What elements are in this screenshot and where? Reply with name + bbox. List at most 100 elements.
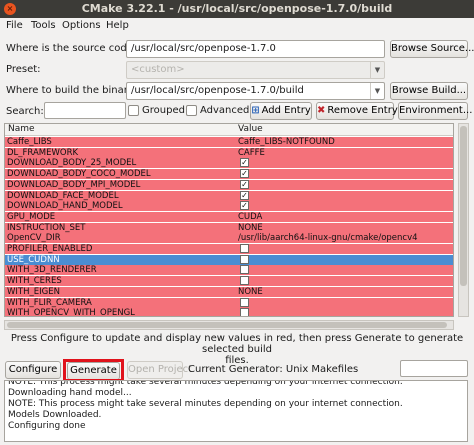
vertical-scrollbar[interactable] xyxy=(458,123,469,317)
table-row[interactable]: DOWNLOAD_BODY_MPI_MODEL ✓ xyxy=(5,179,453,190)
row-name: DOWNLOAD_HAND_MODEL xyxy=(7,201,123,212)
column-header-name[interactable]: Name xyxy=(8,124,35,134)
chevron-down-icon[interactable]: ▼ xyxy=(370,83,384,99)
open-project-button: Open Project xyxy=(127,361,192,379)
table-row[interactable]: WITH_EIGEN NONE xyxy=(5,286,453,297)
horizontal-scrollbar[interactable] xyxy=(4,320,454,330)
advanced-checkbox[interactable] xyxy=(186,105,197,116)
table-row[interactable]: DL_FRAMEWORK CAFFE xyxy=(5,147,453,158)
row-value[interactable]: CUDA xyxy=(238,212,262,222)
row-value[interactable]: Caffe_LIBS-NOTFOUND xyxy=(238,137,335,147)
row-name: PROFILER_ENABLED xyxy=(7,244,93,254)
environment-button[interactable]: Environment... xyxy=(398,102,472,120)
output-log[interactable]: NOTE: This process might take several mi… xyxy=(4,380,468,442)
row-name: Caffe_LIBS xyxy=(7,137,52,147)
row-checkbox[interactable] xyxy=(240,297,249,307)
table-row[interactable]: DOWNLOAD_FACE_MODEL ✓ xyxy=(5,190,453,201)
menu-tools[interactable]: Tools xyxy=(31,20,56,31)
row-value[interactable]: /usr/lib/aarch64-linux-gnu/cmake/opencv4 xyxy=(238,233,418,243)
binaries-combo[interactable]: /usr/local/src/openpose-1.7.0/build ▼ xyxy=(126,82,385,100)
log-line: Configuring done xyxy=(8,421,86,431)
generator-field[interactable] xyxy=(400,360,468,377)
row-checkbox[interactable] xyxy=(240,265,249,275)
source-label: Where is the source code: xyxy=(6,43,137,54)
table-header: Name Value xyxy=(5,124,453,136)
table-row[interactable]: DOWNLOAD_BODY_25_MODEL ✓ xyxy=(5,158,453,169)
table-row[interactable]: PROFILER_ENABLED xyxy=(5,244,453,254)
menu-options[interactable]: Options xyxy=(62,20,101,31)
log-line: Downloading hand model... xyxy=(8,388,132,398)
row-checkbox[interactable] xyxy=(240,308,249,316)
plus-icon: ⊞ xyxy=(251,105,260,116)
advanced-label: Advanced xyxy=(200,105,250,116)
row-checkbox[interactable] xyxy=(240,244,249,253)
row-name: WITH_CERES xyxy=(7,276,62,287)
row-value[interactable]: NONE xyxy=(238,223,263,233)
log-line: NOTE: This process might take several mi… xyxy=(8,399,403,409)
search-label: Search: xyxy=(6,106,44,117)
log-line: Models Downloaded. xyxy=(8,410,102,420)
column-header-value[interactable]: Value xyxy=(238,124,263,134)
row-checkbox[interactable] xyxy=(240,276,249,286)
row-name: DOWNLOAD_FACE_MODEL xyxy=(7,190,119,201)
source-value: /usr/local/src/openpose-1.7.0 xyxy=(131,43,276,54)
row-name: WITH_OPENCV_WITH_OPENGL xyxy=(7,308,135,317)
row-checkbox[interactable]: ✓ xyxy=(240,190,249,200)
scrollbar-thumb[interactable] xyxy=(7,322,447,328)
row-name: INSTRUCTION_SET xyxy=(7,222,86,233)
search-input[interactable] xyxy=(44,102,126,119)
scrollbar-thumb[interactable] xyxy=(460,126,467,286)
menu-help[interactable]: Help xyxy=(106,20,129,31)
binaries-value: /usr/local/src/openpose-1.7.0/build xyxy=(131,85,304,96)
table-row[interactable]: WITH_FLIR_CAMERA xyxy=(5,297,453,308)
table-row[interactable]: OpenCV_DIR/usr/lib/aarch64-linux-gnu/cma… xyxy=(5,233,453,244)
row-checkbox[interactable]: ✓ xyxy=(240,169,249,179)
table-row[interactable]: USE_CUDNN xyxy=(5,254,453,265)
add-entry-button[interactable]: ⊞ Add Entry xyxy=(250,102,312,120)
log-line: NOTE: This process might take several mi… xyxy=(8,380,403,387)
remove-entry-button[interactable]: ✖ Remove Entry xyxy=(316,102,398,120)
table-row[interactable]: Caffe_LIBS Caffe_LIBS-NOTFOUND xyxy=(5,137,453,147)
table-row[interactable]: DOWNLOAD_HAND_MODEL ✓ xyxy=(5,201,453,212)
table-row[interactable]: INSTRUCTION_SET NONE xyxy=(5,222,453,233)
window-title: CMake 3.22.1 - /usr/local/src/openpose-1… xyxy=(81,2,393,15)
menu-file[interactable]: File xyxy=(6,20,23,31)
row-name: WITH_3D_RENDERER xyxy=(7,265,97,276)
row-name: OpenCV_DIR xyxy=(7,233,61,244)
chevron-down-icon: ▼ xyxy=(370,62,384,78)
preset-value: <custom> xyxy=(131,64,185,75)
row-checkbox[interactable]: ✓ xyxy=(240,179,249,189)
preset-label: Preset: xyxy=(6,64,41,75)
grouped-checkbox[interactable] xyxy=(128,105,139,116)
table-row[interactable]: WITH_CERES xyxy=(5,276,453,287)
browse-source-button[interactable]: Browse Source... xyxy=(390,40,474,58)
remove-icon: ✖ xyxy=(317,105,326,116)
table-row[interactable]: DOWNLOAD_BODY_COCO_MODEL ✓ xyxy=(5,169,453,180)
binaries-label: Where to build the binaries: xyxy=(6,85,146,96)
generate-highlight-box xyxy=(63,359,124,382)
row-name: DL_FRAMEWORK xyxy=(7,147,79,158)
row-checkbox[interactable]: ✓ xyxy=(240,201,249,211)
configure-button[interactable]: Configure xyxy=(5,361,61,379)
row-value[interactable]: CAFFE xyxy=(238,148,265,158)
row-name: WITH_EIGEN xyxy=(7,286,60,297)
preset-combo: <custom> ▼ xyxy=(126,61,385,79)
row-name: GPU_MODE xyxy=(7,211,56,222)
row-name: DOWNLOAD_BODY_25_MODEL xyxy=(7,158,137,169)
row-name: USE_CUDNN xyxy=(7,254,60,265)
title-bar: × CMake 3.22.1 - /usr/local/src/openpose… xyxy=(0,0,474,18)
row-checkbox[interactable]: ✓ xyxy=(240,158,249,168)
table-row[interactable]: WITH_OPENCV_WITH_OPENGL xyxy=(5,308,453,317)
row-name: DOWNLOAD_BODY_MPI_MODEL xyxy=(7,179,141,190)
cache-table[interactable]: Name Value Caffe_LIBS Caffe_LIBS-NOTFOUND… xyxy=(4,123,454,317)
grouped-label: Grouped xyxy=(142,105,185,116)
row-name: WITH_FLIR_CAMERA xyxy=(7,297,92,308)
source-combo[interactable]: /usr/local/src/openpose-1.7.0 xyxy=(126,40,385,58)
current-generator-label: Current Generator: Unix Makefiles xyxy=(188,364,359,375)
table-row[interactable]: WITH_3D_RENDERER xyxy=(5,265,453,276)
menu-bar: File Tools Options Help xyxy=(0,18,474,35)
row-value[interactable]: NONE xyxy=(238,287,263,297)
table-row[interactable]: GPU_MODE CUDA xyxy=(5,211,453,222)
row-checkbox[interactable] xyxy=(240,254,249,264)
browse-build-button[interactable]: Browse Build... xyxy=(390,82,468,100)
